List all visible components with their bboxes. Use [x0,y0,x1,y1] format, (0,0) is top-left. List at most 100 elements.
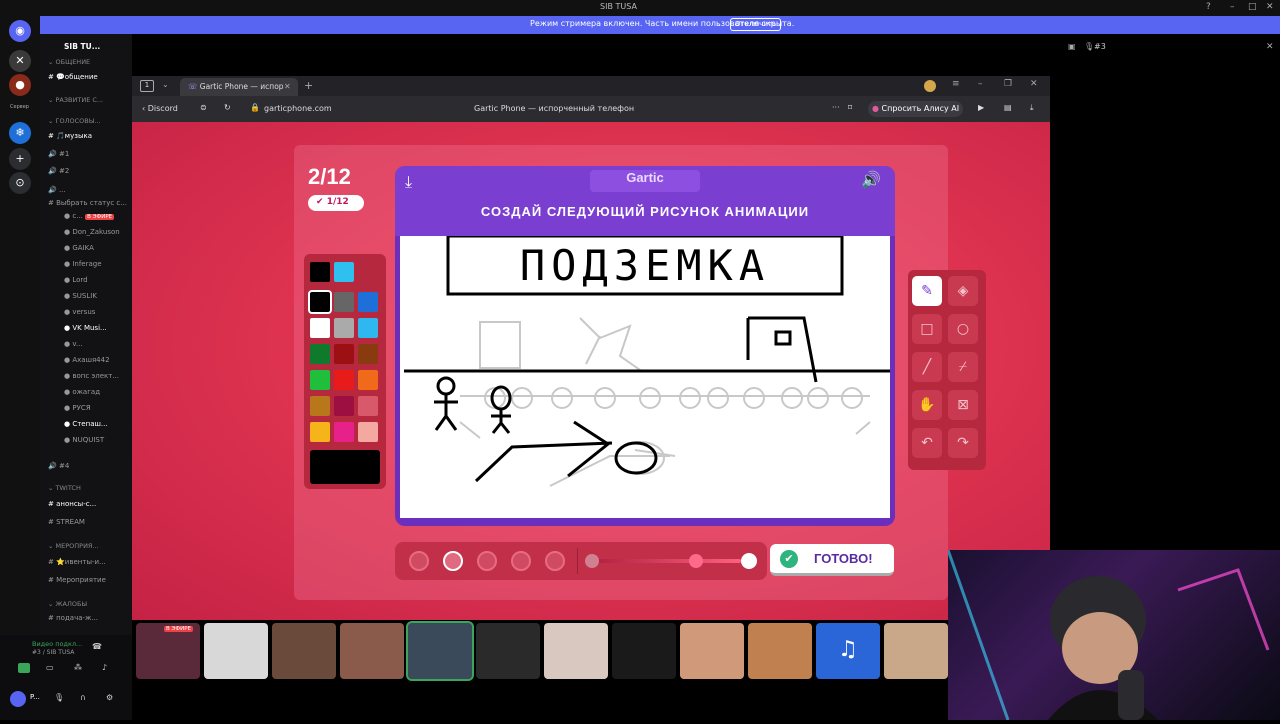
participant-tile[interactable] [544,623,608,679]
server-icon[interactable]: ❄ [9,122,31,144]
color-swatch[interactable] [334,262,354,282]
voice-member[interactable]: ● SUSLIK [64,292,97,300]
ellipse-icon[interactable]: ○ [948,314,978,344]
voice-member[interactable]: ● ожагад [64,388,100,396]
voice-member[interactable]: ● Lord [64,276,88,284]
voice-member[interactable]: ● Ахашя442 [64,356,110,364]
activities-icon[interactable]: ⁂ [74,663,82,672]
server-icon[interactable]: ● [9,74,31,96]
channel-item[interactable]: # STREAM [48,518,85,526]
voice-member[interactable]: ● NUQUIST [64,436,104,444]
channel-item[interactable]: # ⭐ивенты-и... [48,558,106,566]
collections-icon[interactable]: ▤ [1004,103,1012,112]
color-swatch[interactable] [310,396,330,416]
server-icon[interactable]: ✕ [9,50,31,72]
channel-item[interactable]: # 💬общение [48,73,98,81]
rectangle-icon[interactable]: □ [912,314,942,344]
brush-size-option[interactable] [477,551,497,571]
new-tab-icon[interactable]: + [304,79,313,92]
stamp-icon[interactable]: ✋ [912,390,942,420]
color-swatch[interactable] [310,370,330,390]
color-swatch[interactable] [308,290,332,314]
menu-icon[interactable]: ≡ [952,79,960,89]
eyedropper-icon[interactable]: ⌿ [948,352,978,382]
participant-tile[interactable] [884,623,948,679]
ask-alice-button[interactable]: ● Спросить Алису AI [868,101,964,117]
color-swatch[interactable] [358,318,378,338]
channel-item[interactable]: # 🎵музыка [48,132,92,140]
close-icon[interactable]: ✕ [1266,42,1274,52]
privacy-icon[interactable]: ⊜ [200,103,207,112]
color-swatch[interactable] [358,422,378,442]
settings-icon[interactable]: ⚙ [106,693,113,702]
close-window-icon[interactable]: ✕ [1266,2,1274,12]
minimize-icon[interactable]: – [1230,2,1235,12]
channel-item[interactable]: # анонсы-с... [48,500,96,508]
voice-member[interactable]: ● Inferage [64,260,102,268]
camera-icon[interactable] [18,663,30,673]
tab-gartic-phone[interactable]: ☏ Gartic Phone — испор ✕ [180,78,298,96]
bookmark-icon[interactable]: ⌑ [848,103,852,112]
participant-tile[interactable]: В ЭФИРЕ [136,623,200,679]
explore-icon[interactable]: ⊙ [9,172,31,194]
voice-member[interactable]: ● v... [64,340,83,348]
maximize-icon[interactable]: □ [1248,2,1257,12]
opacity-slider[interactable] [591,559,741,563]
profile-icon[interactable] [924,80,936,92]
sound-icon[interactable]: 🔊 [861,170,881,189]
soundboard-icon[interactable]: ♪ [102,663,107,672]
color-swatch[interactable] [334,370,354,390]
voice-member[interactable]: ● РУСЯ [64,404,91,412]
participant-tile[interactable] [476,623,540,679]
participant-tile[interactable] [406,621,474,681]
back-button[interactable]: ‹ Discord [142,104,178,113]
channel-item[interactable]: # Выбрать статус с... [48,199,127,207]
voice-member[interactable]: ● Степаш... [64,420,108,428]
clear-icon[interactable]: ⊠ [948,390,978,420]
brush-size-option[interactable] [511,551,531,571]
video-icon[interactable]: ▶ [978,103,984,112]
participant-tile[interactable] [204,623,268,679]
participant-tile[interactable] [340,623,404,679]
chat-icon[interactable]: ▣ [1068,42,1076,51]
color-swatch[interactable] [334,396,354,416]
pencil-icon[interactable]: ✎ [912,276,942,306]
download-icon[interactable]: ⤓ [405,172,412,192]
download-icon[interactable]: ⤓ [1030,103,1034,113]
disconnect-icon[interactable]: ☎ [92,642,102,651]
participant-tile[interactable] [272,623,336,679]
reload-icon[interactable]: ↻ [224,103,231,112]
color-swatch[interactable] [358,370,378,390]
brush-size-option[interactable] [443,551,463,571]
avatar[interactable] [10,691,26,707]
channel-item[interactable]: # Мероприятие [48,576,106,584]
voice-member[interactable]: ● с... В ЭФИРЕ [64,212,115,220]
color-swatch[interactable] [310,344,330,364]
channel-item[interactable]: 🔊 #2 [48,167,69,175]
tab-count[interactable]: 1 [140,80,154,92]
color-swatch[interactable] [334,344,354,364]
close-icon[interactable]: ✕ [1030,79,1038,89]
server-name[interactable]: SIB TU... [64,42,100,51]
eraser-icon[interactable]: ◈ [948,276,978,306]
disable-streamer-mode-button[interactable]: Отключить [730,18,782,31]
participant-tile[interactable] [748,623,812,679]
brush-size-option[interactable] [545,551,565,571]
voice-member[interactable]: ● versus [64,308,95,316]
channel-category[interactable]: ⌄ ГОЛОСОВЫ... [48,117,101,125]
participant-tile[interactable] [680,623,744,679]
participant-tile[interactable]: ♫ [816,623,880,679]
color-swatch[interactable] [334,318,354,338]
channel-item[interactable]: 🔊 ... [48,186,66,194]
channel-category[interactable]: ⌄ МЕРОПРИЯ... [48,542,99,550]
voice-member[interactable]: ● Don_Zakuson [64,228,120,236]
drawing-canvas[interactable]: ПОДЗЕМКА [400,234,890,518]
more-icon[interactable]: ··· [832,103,840,112]
discord-home-icon[interactable]: ◉ [9,20,31,42]
color-swatch[interactable] [334,292,354,312]
url-text[interactable]: garticphone.com [264,104,332,113]
participant-tile[interactable] [612,623,676,679]
channel-category[interactable]: ⌄ ЖАЛОБЫ [48,600,87,608]
channel-item[interactable]: # подача-ж... [48,614,98,622]
channel-category[interactable]: ⌄ РАЗВИТИЕ С... [48,96,103,104]
